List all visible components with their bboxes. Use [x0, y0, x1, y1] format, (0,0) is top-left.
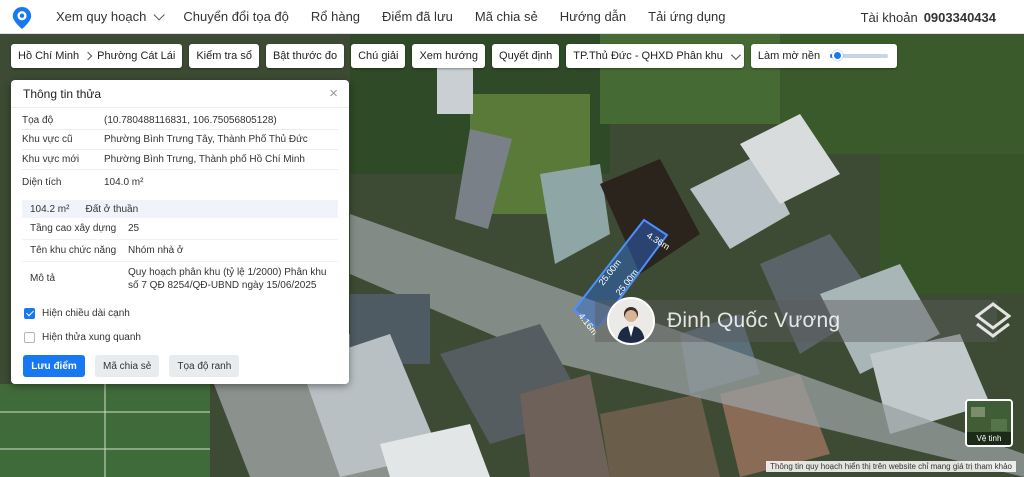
satellite-layer-toggle[interactable]: Vệ tinh: [965, 399, 1013, 447]
chevron-right-icon: [83, 51, 93, 61]
nav-download-app[interactable]: Tải ứng dụng: [648, 9, 725, 24]
nav-guide[interactable]: Hướng dẫn: [560, 9, 626, 24]
zoning-row-function: Tên khu chức năng Nhóm nhà ở: [22, 240, 338, 262]
map-pin-logo-icon[interactable]: [11, 6, 33, 29]
panel-title: Thông tin thửa: [23, 86, 102, 101]
background-opacity-control: Làm mờ nền: [750, 44, 897, 68]
boundary-coordinates-label: Tọa độ ranh: [177, 360, 232, 372]
nav-listings[interactable]: Rổ hàng: [311, 9, 360, 24]
decision-label: Quyết định: [499, 50, 553, 62]
field-label: Diện tích: [22, 176, 62, 188]
nav-guide-label: Hướng dẫn: [559, 9, 627, 24]
disclaimer-text: Thông tin quy hoạch hiển thị trên websit…: [766, 461, 1016, 472]
opacity-slider[interactable]: [830, 50, 889, 61]
field-new-area: Khu vực mới Phường Bình Trưng, Thành phố…: [22, 150, 338, 170]
field-label: Khu vực mới: [22, 154, 80, 165]
zoning-label: Tầng cao xây dựng: [30, 223, 117, 234]
breadcrumb: Hồ Chí Minh Phường Cát Lái: [11, 44, 183, 68]
account-phone: 0903340434: [923, 9, 996, 25]
zoning-value: Nhóm nhà ở: [128, 245, 184, 256]
legend-label: Chú giải: [358, 50, 399, 62]
show-neighbor-parcels-checkbox[interactable]: Hiện thửa xung quanh: [24, 330, 349, 344]
top-navigation: Xem quy hoạch Chuyển đổi tọa độ Rổ hàng …: [0, 0, 1024, 34]
field-value: Phường Bình Trưng, Thành phố Hồ Chí Minh: [104, 154, 305, 165]
chevron-down-icon: [730, 49, 741, 60]
map-toolbar: Hồ Chí Minh Phường Cát Lái Kiểm tra sổ B…: [11, 44, 904, 68]
panel-header: Thông tin thửa ×: [11, 80, 349, 108]
chevron-down-icon: [153, 8, 166, 21]
zoning-area: 104.2 m²: [30, 203, 70, 215]
field-label: Khu vực cũ: [22, 134, 73, 145]
nav-share-code[interactable]: Mã chia sẻ: [475, 9, 538, 24]
opacity-slider-knob[interactable]: [832, 50, 844, 61]
save-point-label: Lưu điểm: [31, 360, 77, 372]
zoning-section: 104.2 m² Đất ở thuần Tầng cao xây dựng 2…: [22, 200, 338, 298]
nav-view-planning[interactable]: Xem quy hoạch: [56, 8, 166, 24]
checkbox-label: Hiện chiều dài cạnh: [42, 307, 130, 319]
layers-icon[interactable]: [974, 302, 1012, 342]
nav-view-planning-label: Xem quy hoạch: [56, 9, 147, 24]
view-direction-label: Xem hướng: [419, 50, 479, 62]
show-edge-length-checkbox[interactable]: Hiện chiều dài cạnh: [24, 306, 349, 320]
zoning-value: Quy hoạch phân khu (tỷ lệ 1/2000) Phân k…: [128, 267, 327, 291]
account-menu[interactable]: Tài khoản 0903340434: [861, 0, 996, 34]
zoning-label: Mô tả: [30, 273, 56, 284]
field-label: Tọa độ: [22, 114, 54, 126]
view-direction-button[interactable]: Xem hướng: [412, 44, 486, 68]
close-icon[interactable]: ×: [329, 86, 338, 101]
owner-name: Đinh Quốc Vương: [667, 309, 841, 332]
legend-button[interactable]: Chú giải: [351, 44, 406, 68]
zoning-land-type: Đất ở thuần: [85, 203, 139, 215]
zoning-label: Tên khu chức năng: [30, 245, 117, 256]
field-area: Diện tích 104.0 m²: [22, 170, 338, 194]
field-coordinates: Tọa độ (10.780488116831, 106.75056805128…: [22, 111, 338, 130]
decision-button[interactable]: Quyết định: [492, 44, 560, 68]
share-code-button[interactable]: Mã chia sẻ: [95, 355, 160, 377]
boundary-coordinates-button[interactable]: Tọa độ ranh: [169, 355, 240, 377]
opacity-label: Làm mờ nền: [757, 50, 821, 62]
zoning-row-description: Mô tả Quy hoạch phân khu (tỷ lệ 1/2000) …: [22, 262, 338, 298]
nav-download-app-label: Tải ứng dụng: [648, 9, 726, 24]
planning-layer-value: TP.Thủ Đức - QHXD Phân khu: [573, 50, 723, 62]
field-value: 104.0 m²: [104, 176, 144, 188]
field-value: (10.780488116831, 106.75056805128): [104, 114, 277, 126]
check-title-button[interactable]: Kiểm tra sổ: [189, 44, 259, 68]
nav-share-code-label: Mã chia sẻ: [474, 9, 538, 24]
measure-button[interactable]: Bật thước đo: [265, 44, 345, 68]
breadcrumb-city[interactable]: Hồ Chí Minh: [18, 50, 79, 62]
account-label: Tài khoản: [860, 9, 918, 25]
panel-actions: Lưu điểm Mã chia sẻ Tọa độ ranh: [23, 355, 249, 377]
zoning-header: 104.2 m² Đất ở thuần: [22, 200, 338, 218]
checkbox-checked-icon[interactable]: [24, 307, 35, 319]
nav-saved-points[interactable]: Điểm đã lưu: [382, 9, 453, 24]
nav-listings-label: Rổ hàng: [310, 9, 361, 24]
save-point-button[interactable]: Lưu điểm: [23, 355, 85, 377]
owner-chip[interactable]: Đinh Quốc Vương: [581, 297, 997, 345]
nav-convert-coordinates-label: Chuyển đổi tọa độ: [183, 9, 289, 24]
breadcrumb-ward[interactable]: Phường Cát Lái: [97, 50, 175, 62]
avatar: [607, 297, 655, 345]
satellite-layer-label: Vệ tinh: [967, 432, 1011, 445]
checkbox-unchecked-icon[interactable]: [24, 331, 35, 343]
nav-convert-coordinates[interactable]: Chuyển đổi tọa độ: [183, 9, 289, 24]
check-title-label: Kiểm tra sổ: [196, 50, 252, 62]
zoning-row-height: Tầng cao xây dựng 25: [22, 218, 338, 240]
field-old-area: Khu vực cũ Phường Bình Trưng Tây, Thành …: [22, 130, 338, 150]
share-code-label: Mã chia sẻ: [103, 360, 152, 372]
checkbox-label: Hiện thửa xung quanh: [42, 331, 141, 343]
measure-label: Bật thước đo: [272, 50, 338, 62]
field-value: Phường Bình Trưng Tây, Thành Phố Thủ Đức: [104, 134, 308, 145]
planning-layer-select[interactable]: TP.Thủ Đức - QHXD Phân khu: [566, 44, 744, 68]
zoning-value: 25: [128, 223, 140, 234]
parcel-info-panel: Thông tin thửa × Tọa độ (10.780488116831…: [11, 80, 349, 384]
nav-saved-points-label: Điểm đã lưu: [382, 9, 453, 24]
